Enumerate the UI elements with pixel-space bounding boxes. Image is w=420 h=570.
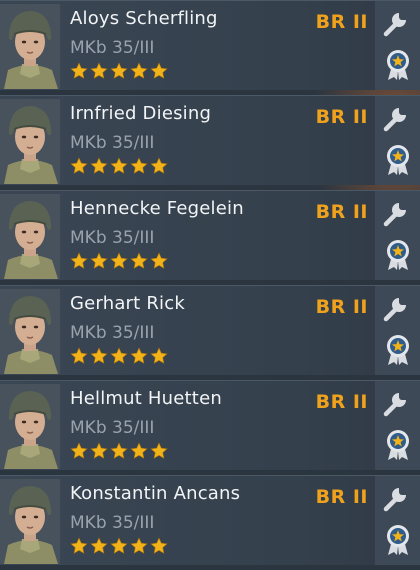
star-icon [110, 62, 128, 79]
medal-icon[interactable] [385, 49, 411, 81]
wrench-icon[interactable] [380, 387, 412, 419]
soldier-name: Gerhart Rick [70, 293, 185, 314]
battle-rating: BR II [315, 201, 368, 223]
soldier-card[interactable]: Irnfried Diesing MKb 35/III BR II [0, 95, 420, 185]
star-icon [70, 537, 88, 554]
medal-icon[interactable] [385, 239, 411, 271]
battle-rating: BR II [315, 11, 368, 33]
star-icon [90, 252, 108, 269]
soldier-name: Aloys Scherfling [70, 8, 218, 29]
soldier-avatar [0, 289, 60, 374]
soldier-portrait-image [0, 99, 60, 184]
soldier-list: Aloys Scherfling MKb 35/III BR II Irnfri… [0, 0, 420, 570]
star-rating [70, 442, 168, 460]
soldier-card[interactable]: Aloys Scherfling MKb 35/III BR II [0, 0, 420, 90]
star-icon [150, 537, 168, 554]
star-icon [70, 347, 88, 364]
soldier-card[interactable]: Hennecke Fegelein MKb 35/III BR II [0, 190, 420, 280]
star-icon [130, 442, 148, 459]
soldier-card[interactable]: Gerhart Rick MKb 35/III BR II [0, 285, 420, 375]
soldier-card[interactable]: Hellmut Huetten MKb 35/III BR II [0, 380, 420, 470]
battle-rating: BR II [315, 106, 368, 128]
star-icon [70, 62, 88, 79]
star-icon [110, 347, 128, 364]
wrench-icon[interactable] [380, 482, 412, 514]
star-icon [90, 347, 108, 364]
card-actions [375, 1, 420, 90]
star-icon [70, 252, 88, 269]
soldier-portrait-image [0, 384, 60, 469]
star-rating [70, 252, 168, 270]
medal-icon[interactable] [385, 334, 411, 366]
star-icon [150, 252, 168, 269]
star-icon [130, 252, 148, 269]
star-icon [90, 62, 108, 79]
star-icon [130, 537, 148, 554]
soldier-portrait-image [0, 194, 60, 279]
battle-rating: BR II [315, 486, 368, 508]
weapon-name: MKb 35/III [70, 323, 155, 343]
star-icon [90, 537, 108, 554]
weapon-name: MKb 35/III [70, 418, 155, 438]
medal-icon[interactable] [385, 144, 411, 176]
soldier-name: Irnfried Diesing [70, 103, 212, 124]
weapon-name: MKb 35/III [70, 228, 155, 248]
soldier-name: Konstantin Ancans [70, 483, 241, 504]
soldier-name: Hellmut Huetten [70, 388, 222, 409]
soldier-portrait-image [0, 4, 60, 89]
soldier-avatar [0, 479, 60, 564]
soldier-portrait-image [0, 479, 60, 564]
weapon-name: MKb 35/III [70, 513, 155, 533]
battle-rating: BR II [315, 391, 368, 413]
star-icon [130, 347, 148, 364]
star-icon [150, 442, 168, 459]
star-rating [70, 62, 168, 80]
card-actions [375, 381, 420, 470]
star-rating [70, 347, 168, 365]
star-icon [130, 62, 148, 79]
star-icon [90, 442, 108, 459]
star-rating [70, 157, 168, 175]
star-icon [150, 62, 168, 79]
star-icon [130, 157, 148, 174]
medal-icon[interactable] [385, 429, 411, 461]
medal-icon[interactable] [385, 524, 411, 556]
star-icon [70, 157, 88, 174]
card-actions [375, 191, 420, 280]
card-actions [375, 476, 420, 565]
soldier-card[interactable]: Konstantin Ancans MKb 35/III BR II [0, 475, 420, 565]
wrench-icon[interactable] [380, 292, 412, 324]
star-icon [70, 442, 88, 459]
star-icon [110, 252, 128, 269]
star-icon [90, 157, 108, 174]
weapon-name: MKb 35/III [70, 133, 155, 153]
soldier-avatar [0, 194, 60, 279]
soldier-avatar [0, 384, 60, 469]
star-rating [70, 537, 168, 555]
card-actions [375, 96, 420, 185]
star-icon [110, 537, 128, 554]
star-icon [150, 157, 168, 174]
soldier-avatar [0, 4, 60, 89]
weapon-name: MKb 35/III [70, 38, 155, 58]
soldier-portrait-image [0, 289, 60, 374]
star-icon [110, 157, 128, 174]
star-icon [110, 442, 128, 459]
soldier-name: Hennecke Fegelein [70, 198, 244, 219]
wrench-icon[interactable] [380, 7, 412, 39]
card-actions [375, 286, 420, 375]
wrench-icon[interactable] [380, 197, 412, 229]
battle-rating: BR II [315, 296, 368, 318]
star-icon [150, 347, 168, 364]
wrench-icon[interactable] [380, 102, 412, 134]
soldier-avatar [0, 99, 60, 184]
